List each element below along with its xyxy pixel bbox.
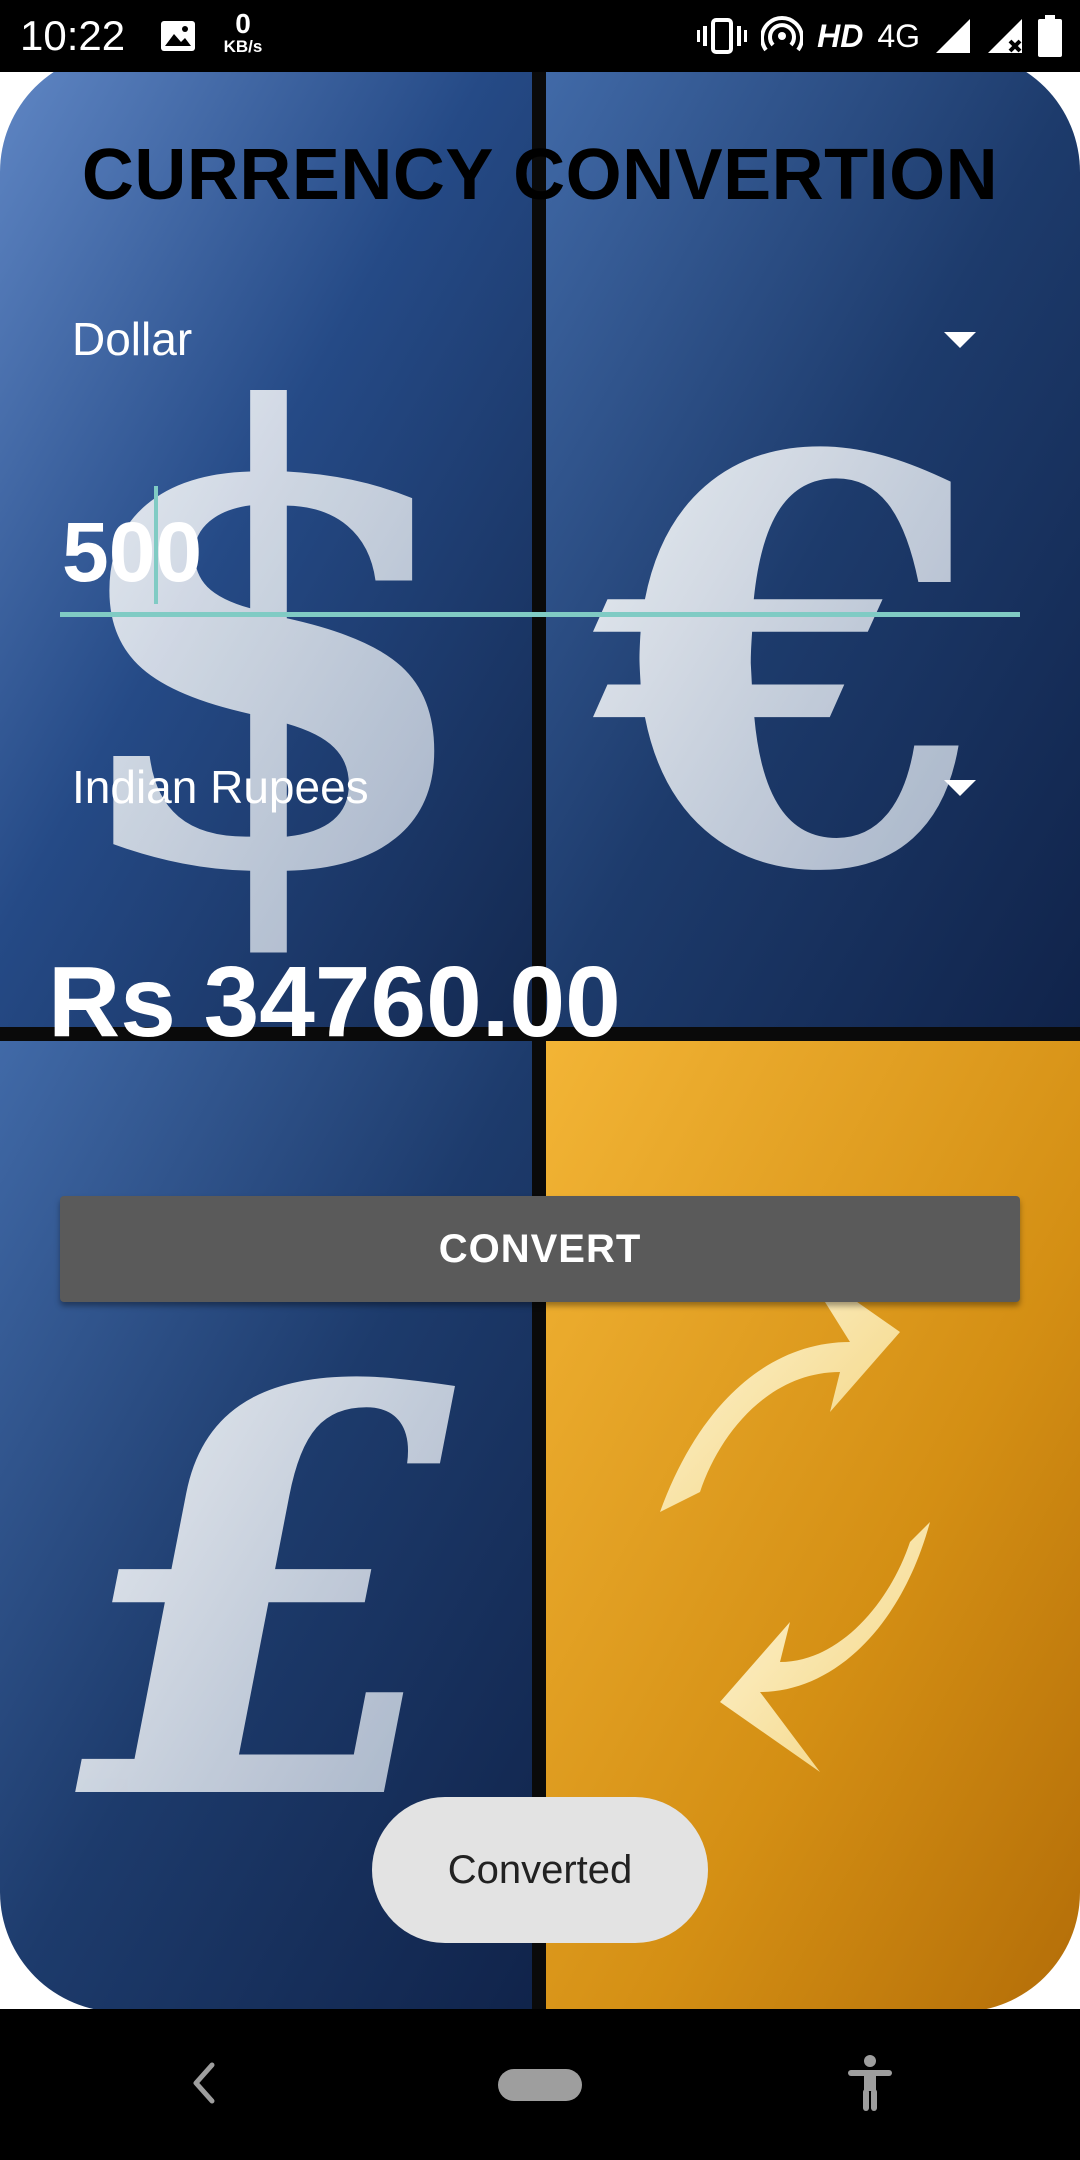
accessibility-icon[interactable] bbox=[846, 2055, 894, 2111]
hotspot-icon bbox=[761, 16, 804, 52]
to-currency-spinner[interactable]: Indian Rupees bbox=[60, 732, 990, 842]
battery-icon bbox=[1038, 15, 1062, 57]
hd-label: HD bbox=[817, 17, 864, 54]
network-type: 4G bbox=[877, 17, 920, 54]
status-icons: HD 4G bbox=[697, 14, 1062, 58]
data-rate-value: 0 bbox=[235, 8, 251, 39]
home-pill-icon[interactable] bbox=[498, 2069, 582, 2101]
from-currency-spinner[interactable]: Dollar bbox=[60, 284, 990, 394]
page-title: CURRENCY CONVERTION bbox=[81, 135, 999, 215]
app-screen: $ € £ CURRENCY CONVERTION Dollar 500 Ind… bbox=[0, 72, 1080, 2009]
toast-message: Converted bbox=[372, 1797, 708, 1943]
convert-button[interactable]: CONVERT bbox=[60, 1196, 1020, 1302]
data-rate-unit: KB/s bbox=[223, 37, 263, 56]
dropdown-arrow-icon bbox=[944, 332, 976, 348]
signal-icon bbox=[936, 19, 970, 53]
status-bar: 10:22 0 KB/s HD 4G bbox=[0, 0, 1080, 72]
data-rate: 0 KB/s bbox=[218, 10, 268, 56]
svg-text:€: € bbox=[586, 337, 984, 995]
amount-value: 500 bbox=[62, 505, 203, 599]
input-underline bbox=[60, 612, 1020, 617]
navigation-bar bbox=[0, 2009, 1080, 2160]
back-icon[interactable] bbox=[190, 2061, 218, 2105]
dropdown-arrow-icon bbox=[944, 780, 976, 796]
image-icon bbox=[161, 21, 195, 51]
status-time: 10:22 bbox=[20, 12, 126, 59]
to-currency-label: Indian Rupees bbox=[72, 761, 369, 813]
vibrate-icon bbox=[697, 18, 748, 54]
signal-no-data-icon bbox=[988, 19, 1022, 53]
conversion-result: Rs 34760.00 bbox=[48, 946, 621, 1058]
from-currency-label: Dollar bbox=[72, 313, 193, 365]
text-caret bbox=[154, 486, 158, 604]
amount-input[interactable]: 500 bbox=[60, 482, 1020, 622]
